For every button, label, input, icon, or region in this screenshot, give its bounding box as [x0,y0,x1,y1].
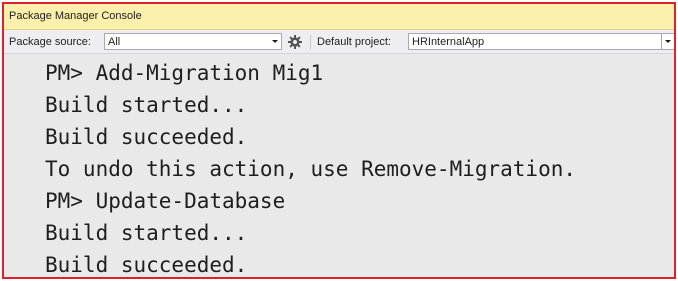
console-line: PM> Update-Database [45,189,286,213]
package-source-dropdown[interactable]: All [104,33,282,50]
title-bar: Package Manager Console [4,4,674,30]
package-manager-console-window: Package Manager Console Package source: … [2,2,676,279]
gear-icon[interactable] [287,34,303,50]
console-line: Build succeeded. [45,253,248,277]
default-project-label: Default project: [317,36,391,48]
console-line: PM> Add-Migration Mig1 [45,61,324,85]
default-project-dropdown[interactable]: HRInternalApp [408,33,674,50]
console-line: Build started... [45,93,248,117]
toolbar-separator [310,35,311,49]
default-project-value: HRInternalApp [412,36,485,48]
package-source-value: All [108,36,121,48]
package-source-label: Package source: [9,36,91,48]
console-line: To undo this action, use Remove-Migratio… [45,157,577,181]
window-title: Package Manager Console [9,10,142,22]
console-line: Build succeeded. [45,125,248,149]
chevron-down-icon[interactable] [661,34,674,49]
chevron-down-icon[interactable] [269,34,281,49]
console-output[interactable]: PM> Add-Migration Mig1 Build started... … [4,54,674,277]
console-toolbar: Package source: All Default project: HRI… [4,30,674,54]
console-line: Build started... [45,221,248,245]
